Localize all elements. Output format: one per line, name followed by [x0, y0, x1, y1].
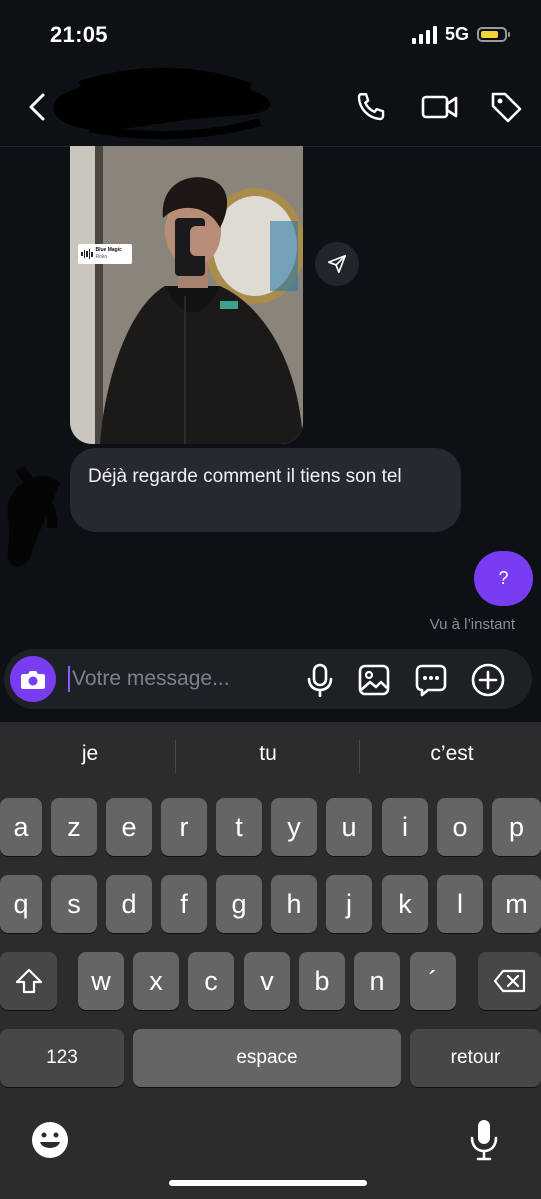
return-key[interactable]: retour — [410, 1029, 541, 1087]
key-g[interactable]: g — [216, 875, 262, 933]
key-x[interactable]: x — [133, 952, 179, 1010]
signal-icon — [411, 25, 437, 44]
camera-button[interactable] — [10, 656, 56, 702]
microphone-icon — [470, 1120, 498, 1161]
keyboard: je tu c’est a z e r t y u i o p q s d f … — [0, 722, 541, 1199]
suggestion-2[interactable]: tu — [178, 742, 358, 766]
music-title: Blue Magic — [95, 247, 122, 253]
dictation-button[interactable] — [464, 1116, 504, 1164]
key-m[interactable]: m — [492, 875, 541, 933]
message-input[interactable]: Votre message... — [72, 667, 230, 691]
key-w[interactable]: w — [78, 952, 124, 1010]
key-b[interactable]: b — [299, 952, 345, 1010]
emoji-button[interactable] — [28, 1118, 72, 1162]
key-a[interactable]: a — [0, 798, 42, 856]
sticker-button[interactable] — [411, 660, 451, 700]
key-y[interactable]: y — [271, 798, 317, 856]
send-icon — [327, 254, 347, 274]
tag-button[interactable] — [486, 88, 526, 126]
key-k[interactable]: k — [382, 875, 428, 933]
emoji-icon — [32, 1122, 68, 1158]
shift-icon — [15, 968, 42, 994]
gallery-button[interactable] — [355, 660, 393, 700]
status-time: 21:05 — [50, 22, 108, 47]
video-call-button[interactable] — [418, 88, 462, 126]
key-t[interactable]: t — [216, 798, 262, 856]
key-e[interactable]: e — [106, 798, 152, 856]
text-cursor — [68, 666, 70, 692]
key-v[interactable]: v — [244, 952, 290, 1010]
received-message[interactable]: Déjà regarde comment il tiens son tel — [70, 448, 461, 532]
home-indicator — [169, 1180, 367, 1186]
read-receipt: Vu à l’instant — [429, 616, 515, 633]
key-s[interactable]: s — [51, 875, 97, 933]
key-u[interactable]: u — [326, 798, 372, 856]
share-button[interactable] — [315, 242, 359, 286]
status-indicators: 5G — [411, 24, 510, 45]
key-h[interactable]: h — [271, 875, 317, 933]
key-r[interactable]: r — [161, 798, 207, 856]
image-icon — [358, 664, 390, 696]
phone-icon — [357, 93, 385, 121]
key-d[interactable]: d — [106, 875, 152, 933]
chat-bubble-icon — [415, 664, 447, 697]
numbers-key[interactable]: 123 — [0, 1029, 124, 1087]
key-z[interactable]: z — [51, 798, 97, 856]
key-f[interactable]: f — [161, 875, 207, 933]
music-artist: Roko — [95, 254, 108, 260]
music-sticker[interactable]: Blue Magic Roko — [78, 244, 132, 264]
shift-key[interactable] — [0, 952, 57, 1010]
camera-icon — [21, 671, 45, 689]
key-n[interactable]: n — [354, 952, 400, 1010]
call-button[interactable] — [352, 88, 390, 126]
voice-message-button[interactable] — [302, 660, 338, 700]
key-acute-accent[interactable]: ´ — [410, 952, 456, 1010]
redacted-contact-name — [53, 67, 271, 140]
tag-icon — [491, 92, 522, 123]
back-button[interactable] — [20, 88, 54, 126]
sent-message[interactable]: ? — [474, 551, 533, 606]
key-q[interactable]: q — [0, 875, 42, 933]
selfie-photo — [70, 146, 303, 444]
suggestion-3[interactable]: c’est — [362, 742, 541, 766]
photo-message[interactable]: Blue Magic Roko — [70, 146, 303, 444]
key-j[interactable]: j — [326, 875, 372, 933]
backspace-icon — [493, 969, 525, 993]
key-o[interactable]: o — [437, 798, 483, 856]
audio-waveform-icon — [81, 249, 93, 259]
plus-circle-icon — [471, 663, 505, 697]
key-i[interactable]: i — [382, 798, 428, 856]
network-label: 5G — [444, 24, 469, 44]
key-l[interactable]: l — [437, 875, 483, 933]
space-key[interactable]: espace — [133, 1029, 401, 1087]
video-icon — [421, 95, 458, 119]
delete-key[interactable] — [478, 952, 541, 1010]
key-c[interactable]: c — [188, 952, 234, 1010]
suggestion-1[interactable]: je — [0, 742, 180, 766]
chevron-left-icon — [29, 93, 45, 121]
microphone-icon — [307, 663, 333, 697]
more-button[interactable] — [468, 660, 508, 700]
key-p[interactable]: p — [492, 798, 541, 856]
redacted-avatar — [7, 465, 60, 567]
battery-icon — [477, 27, 510, 42]
